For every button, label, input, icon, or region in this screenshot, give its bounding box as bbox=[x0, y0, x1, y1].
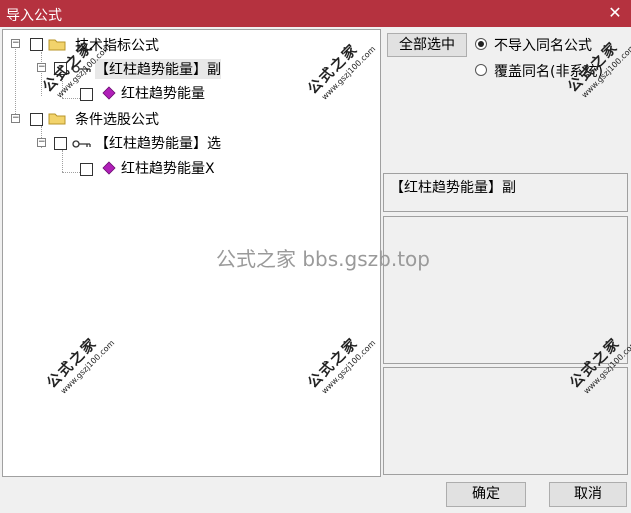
title-bar: 导入公式 ✕ bbox=[0, 0, 631, 27]
tree-checkbox[interactable] bbox=[30, 38, 43, 51]
tree-checkbox[interactable] bbox=[54, 137, 67, 150]
gem-icon bbox=[102, 86, 116, 100]
tree-node-label[interactable]: 红柱趋势能量X bbox=[121, 158, 215, 178]
select-all-button[interactable]: 全部选中 bbox=[387, 33, 467, 57]
close-icon[interactable]: ✕ bbox=[605, 3, 625, 23]
radio-skip-same-name[interactable] bbox=[475, 38, 487, 50]
cancel-button[interactable]: 取消 bbox=[549, 482, 627, 507]
selected-name-text: 【红柱趋势能量】副 bbox=[390, 180, 516, 196]
tree-node-label[interactable]: 条件选股公式 bbox=[75, 109, 159, 129]
tree-line bbox=[62, 98, 82, 99]
collapse-toggle[interactable]: − bbox=[11, 114, 20, 123]
collapse-toggle[interactable]: − bbox=[11, 39, 20, 48]
gem-icon bbox=[102, 161, 116, 175]
folder-icon bbox=[48, 113, 66, 125]
collapse-toggle[interactable]: − bbox=[37, 63, 46, 72]
tree-line bbox=[62, 172, 82, 173]
ok-button[interactable]: 确定 bbox=[446, 482, 526, 507]
radio-label[interactable]: 不导入同名公式 bbox=[494, 35, 592, 55]
tree-node-label[interactable]: 红柱趋势能量 bbox=[121, 83, 205, 103]
radio-overwrite-same-name[interactable] bbox=[475, 64, 487, 76]
folder-icon bbox=[48, 39, 66, 51]
selected-name-box: 【红柱趋势能量】副 bbox=[383, 173, 628, 212]
tree-checkbox[interactable] bbox=[30, 113, 43, 126]
key-icon bbox=[72, 140, 91, 148]
tree-node-label[interactable]: 【红柱趋势能量】选 bbox=[95, 133, 221, 153]
collapse-toggle[interactable]: − bbox=[37, 138, 46, 147]
tree-line bbox=[15, 46, 16, 120]
tree-checkbox[interactable] bbox=[80, 163, 93, 176]
window-title: 导入公式 bbox=[6, 8, 62, 24]
tree-node-label[interactable]: 【红柱趋势能量】副 bbox=[95, 59, 221, 79]
tree-line bbox=[41, 52, 42, 96]
tree-checkbox[interactable] bbox=[80, 88, 93, 101]
watermark-center: 公式之家 bbs.gszb.top bbox=[216, 247, 430, 271]
description-box[interactable] bbox=[383, 216, 628, 364]
tree-line bbox=[62, 150, 63, 172]
